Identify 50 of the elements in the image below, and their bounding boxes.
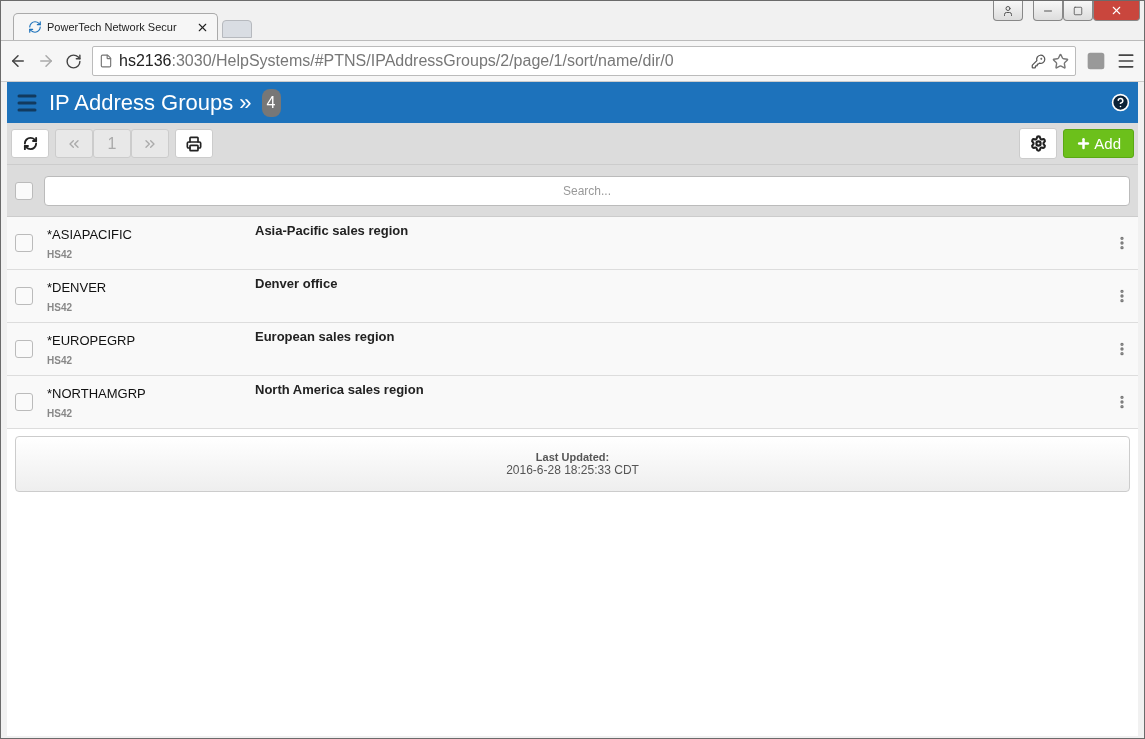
extension-icon[interactable]	[1086, 51, 1106, 71]
row-checkbox[interactable]	[15, 287, 33, 305]
menu-icon[interactable]	[1116, 51, 1136, 71]
settings-icon	[1029, 135, 1047, 152]
group-name: *DENVER	[47, 279, 108, 295]
close-button[interactable]	[1093, 1, 1140, 21]
maximize-icon	[1073, 5, 1083, 16]
refresh-icon	[22, 136, 38, 151]
row-checkbox[interactable]	[15, 393, 33, 411]
refresh-button[interactable]	[11, 129, 49, 158]
page-icon	[99, 54, 113, 68]
search-field[interactable]: Search...	[44, 175, 1130, 206]
group-owner: HS42	[47, 248, 73, 260]
group-owner: HS42	[47, 301, 73, 313]
group-description: Denver office	[255, 276, 339, 291]
printer-icon	[186, 135, 202, 152]
back-icon[interactable]	[9, 52, 27, 70]
browser-tab[interactable]: PowerTech Network Secur	[13, 13, 218, 40]
help-icon[interactable]	[1111, 93, 1130, 112]
address-field[interactable]: hs2136:3030/HelpSystems/#PTNS/IPAddressGroups/2/page/1/sort/name/dir/0	[92, 46, 1076, 76]
group-name: *EUROPEGRP	[47, 332, 137, 348]
page-title: IP Address Groups »	[49, 89, 252, 116]
settings-button[interactable]	[1019, 128, 1058, 159]
close-icon	[1110, 4, 1123, 17]
forward-icon[interactable]	[37, 52, 55, 70]
key-icon[interactable]	[1031, 53, 1046, 69]
group-name: *ASIAPACIFIC	[47, 226, 133, 242]
group-name: *NORTHAMGRP	[47, 385, 147, 401]
star-icon[interactable]	[1052, 52, 1069, 70]
minimize-button[interactable]	[1033, 1, 1063, 21]
last-updated-time: 2016-6-28 18:25:33 CDT	[506, 463, 639, 477]
print-button[interactable]	[175, 129, 213, 158]
maximize-button[interactable]	[1063, 1, 1093, 21]
tab-title: PowerTech Network Secur	[47, 21, 178, 33]
group-description: Asia-Pacific sales region	[255, 223, 410, 238]
url-path: :3030/HelpSystems/#PTNS/IPAddressGroups/2/page/1/sort/name/dir/0	[171, 52, 675, 70]
group-owner: HS42	[47, 354, 73, 366]
group-description: European sales region	[255, 329, 396, 344]
person-icon	[1002, 4, 1014, 17]
row-checkbox[interactable]	[15, 340, 33, 358]
user-button[interactable]	[993, 1, 1023, 21]
row-checkbox[interactable]	[15, 234, 33, 252]
last-updated-label: Last Updated:	[535, 451, 610, 463]
group-owner: HS42	[47, 407, 73, 419]
url-host: hs2136	[119, 52, 172, 70]
group-description: North America sales region	[255, 382, 425, 397]
plus-icon	[1076, 136, 1092, 151]
select-all-checkbox[interactable]	[15, 181, 33, 200]
reload-icon[interactable]	[65, 52, 82, 70]
count-badge: 4	[261, 88, 281, 117]
